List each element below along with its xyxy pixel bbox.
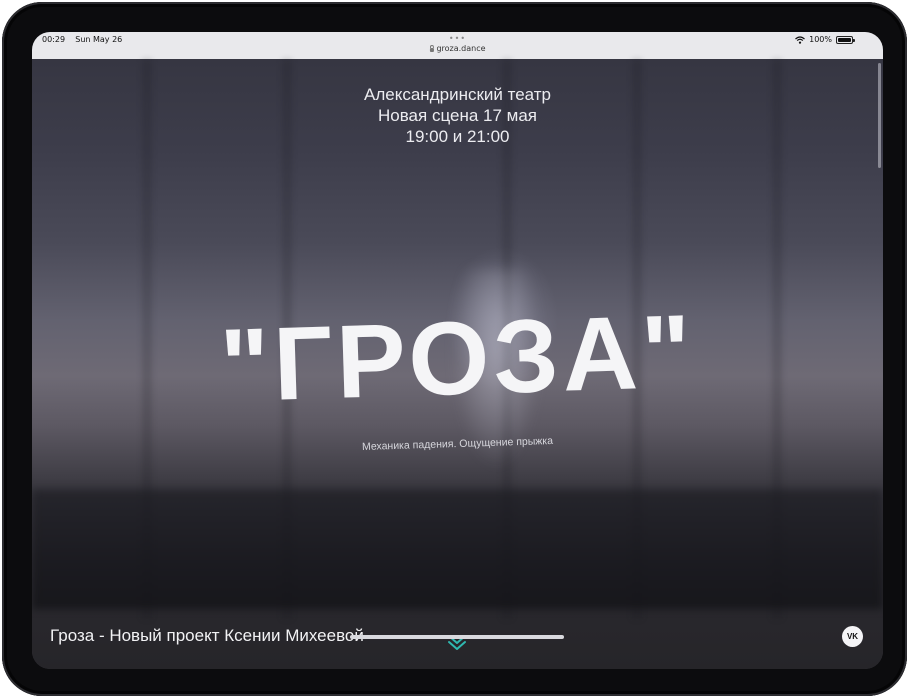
page-scrollbar[interactable] bbox=[878, 63, 881, 168]
project-title: Гроза - Новый проект Ксении Михеевой bbox=[50, 626, 364, 645]
status-bar: 00:29 Sun May 26 ••• groza.dance 100% bbox=[32, 32, 883, 59]
home-indicator[interactable] bbox=[350, 635, 564, 639]
tablet-frame: 00:29 Sun May 26 ••• groza.dance 100% Ал… bbox=[2, 2, 907, 696]
status-right: 100% bbox=[795, 35, 855, 44]
screen: 00:29 Sun May 26 ••• groza.dance 100% Ал… bbox=[32, 32, 883, 669]
hero-section: Александринский театр Новая сцена 17 мая… bbox=[32, 59, 883, 669]
wifi-icon bbox=[795, 35, 806, 44]
lock-icon bbox=[429, 44, 434, 52]
battery-icon bbox=[836, 35, 855, 44]
address-bar[interactable]: groza.dance bbox=[429, 44, 486, 53]
page-title: "ГРОЗА" bbox=[218, 293, 697, 425]
address-url: groza.dance bbox=[436, 44, 486, 53]
battery-percent: 100% bbox=[809, 35, 832, 44]
browser-menu-dots[interactable]: ••• bbox=[449, 34, 466, 43]
venue-date: Новая сцена 17 мая bbox=[377, 106, 537, 125]
status-date: Sun May 26 bbox=[75, 35, 123, 44]
status-clock: 00:29 bbox=[42, 35, 66, 44]
vk-icon: VK bbox=[846, 632, 859, 641]
venue-time: 19:00 и 21:00 bbox=[405, 127, 510, 146]
venue-info: Александринский театр Новая сцена 17 мая… bbox=[32, 84, 883, 147]
vk-social-button[interactable]: VK bbox=[842, 626, 863, 647]
status-time: 00:29 Sun May 26 bbox=[42, 35, 122, 44]
background-stage bbox=[32, 489, 883, 609]
venue-name: Александринский театр bbox=[364, 85, 551, 104]
